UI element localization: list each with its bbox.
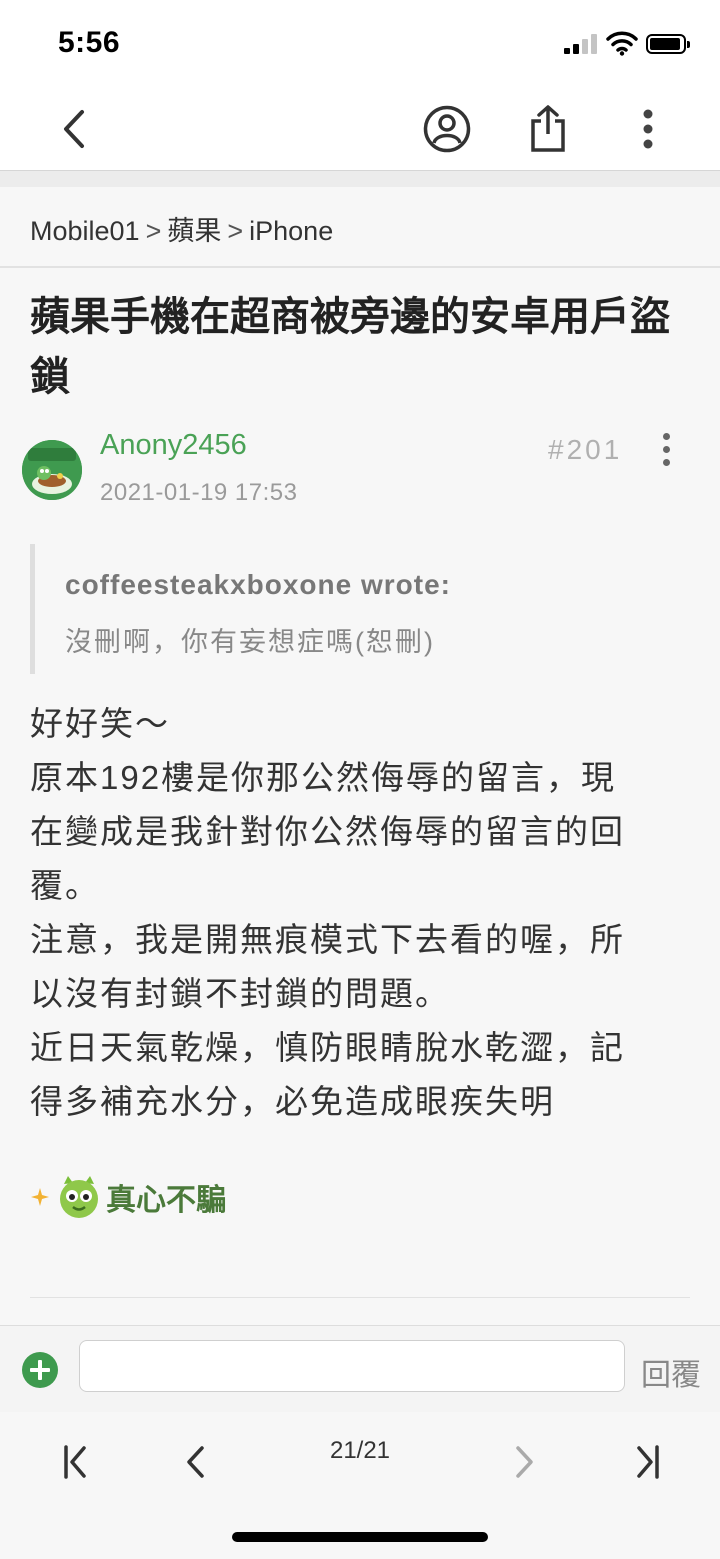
mascot-face-icon — [60, 1176, 98, 1218]
user-profile-button[interactable] — [418, 88, 476, 170]
prev-page-button[interactable] — [170, 1432, 220, 1492]
signal-icon — [564, 34, 600, 54]
user-circle-icon — [423, 105, 471, 153]
breadcrumb-separator: > — [227, 216, 244, 246]
breadcrumb-item-iphone[interactable]: iPhone — [249, 216, 333, 246]
thread-title: 蘋果手機在超商被旁邊的安卓用戶盜鎖 — [30, 295, 670, 399]
reply-input[interactable] — [79, 1340, 625, 1392]
sparkle-icon — [31, 1188, 49, 1206]
first-page-button[interactable] — [50, 1432, 100, 1492]
share-icon — [531, 105, 565, 152]
wifi-icon — [606, 31, 638, 56]
breadcrumb: Mobile01 > 蘋果 > iPhone — [30, 209, 333, 248]
avatar-image — [22, 440, 82, 500]
last-page-icon — [637, 1445, 659, 1479]
post-body-line: 覆。 — [30, 867, 100, 904]
post-floor-number: #201 — [548, 434, 623, 465]
post-body-line: 以沒有封鎖不封鎖的問題。 — [30, 975, 450, 1012]
signature-text: 真心不騙 — [106, 1184, 226, 1217]
post-body-line: 在變成是我針對你公然侮辱的留言的回 — [30, 813, 625, 850]
reply-bar: 回覆 — [0, 1325, 720, 1413]
post-author[interactable]: Anony2456 — [100, 429, 247, 462]
home-indicator — [232, 1532, 488, 1542]
header-divider — [0, 171, 720, 187]
post-body-line: 注意，我是開無痕模式下去看的喔，所 — [30, 921, 625, 958]
more-options-button[interactable] — [628, 88, 668, 170]
post-body-line: 近日天氣乾燥，慎防眼睛脫水乾澀，記 — [30, 1029, 625, 1066]
signature: 真心不騙 — [30, 1174, 226, 1220]
more-vertical-icon — [643, 109, 653, 149]
quote-author: coffeesteakxboxone wrote: — [65, 569, 451, 600]
post-divider — [30, 1297, 690, 1298]
breadcrumb-item-mobile01[interactable]: Mobile01 — [30, 216, 140, 246]
quote-text: 沒刪啊，你有妄想症嗎(恕刪) — [65, 627, 435, 657]
post-body: 好好笑～ 原本192樓是你那公然侮辱的留言，現 在變成是我針對你公然侮辱的留言的… — [30, 697, 710, 1129]
page-indicator: 21/21 — [329, 1437, 391, 1464]
status-bar: 5:56 — [0, 0, 720, 88]
post-date: 2021-01-19 17:53 — [100, 479, 298, 506]
pagination-bar: 21/21 — [0, 1412, 720, 1559]
next-page-button[interactable] — [500, 1432, 550, 1492]
last-page-button[interactable] — [623, 1432, 673, 1492]
quote-block: coffeesteakxboxone wrote: 沒刪啊，你有妄想症嗎(恕刪) — [30, 544, 675, 674]
status-time: 5:56 — [58, 26, 121, 59]
first-page-icon — [64, 1445, 86, 1479]
post-body-line: 得多補充水分，必免造成眼疾失明 — [30, 1083, 555, 1120]
author-avatar[interactable] — [22, 440, 82, 500]
chevron-right-icon — [516, 1446, 533, 1478]
share-button[interactable] — [520, 88, 576, 170]
chevron-left-icon — [187, 1446, 204, 1478]
post-more-button[interactable] — [655, 431, 679, 467]
top-nav-bar — [0, 88, 720, 171]
breadcrumb-item-apple[interactable]: 蘋果 — [167, 216, 221, 246]
thread-content: Mobile01 > 蘋果 > iPhone 蘋果手機在超商被旁邊的安卓用戶盜鎖 Ano… — [0, 187, 720, 1325]
breadcrumb-divider — [0, 266, 720, 268]
post-body-line: 原本192樓是你那公然侮辱的留言，現 — [30, 759, 617, 796]
breadcrumb-separator: > — [145, 216, 162, 246]
battery-icon — [646, 34, 690, 54]
reply-send-button[interactable]: 回覆 — [641, 1350, 701, 1394]
back-arrow-icon — [64, 110, 84, 148]
more-vertical-icon — [663, 433, 670, 440]
back-button[interactable] — [46, 88, 102, 170]
post-body-line: 好好笑～ — [30, 705, 170, 742]
add-attachment-button[interactable] — [22, 1352, 58, 1388]
